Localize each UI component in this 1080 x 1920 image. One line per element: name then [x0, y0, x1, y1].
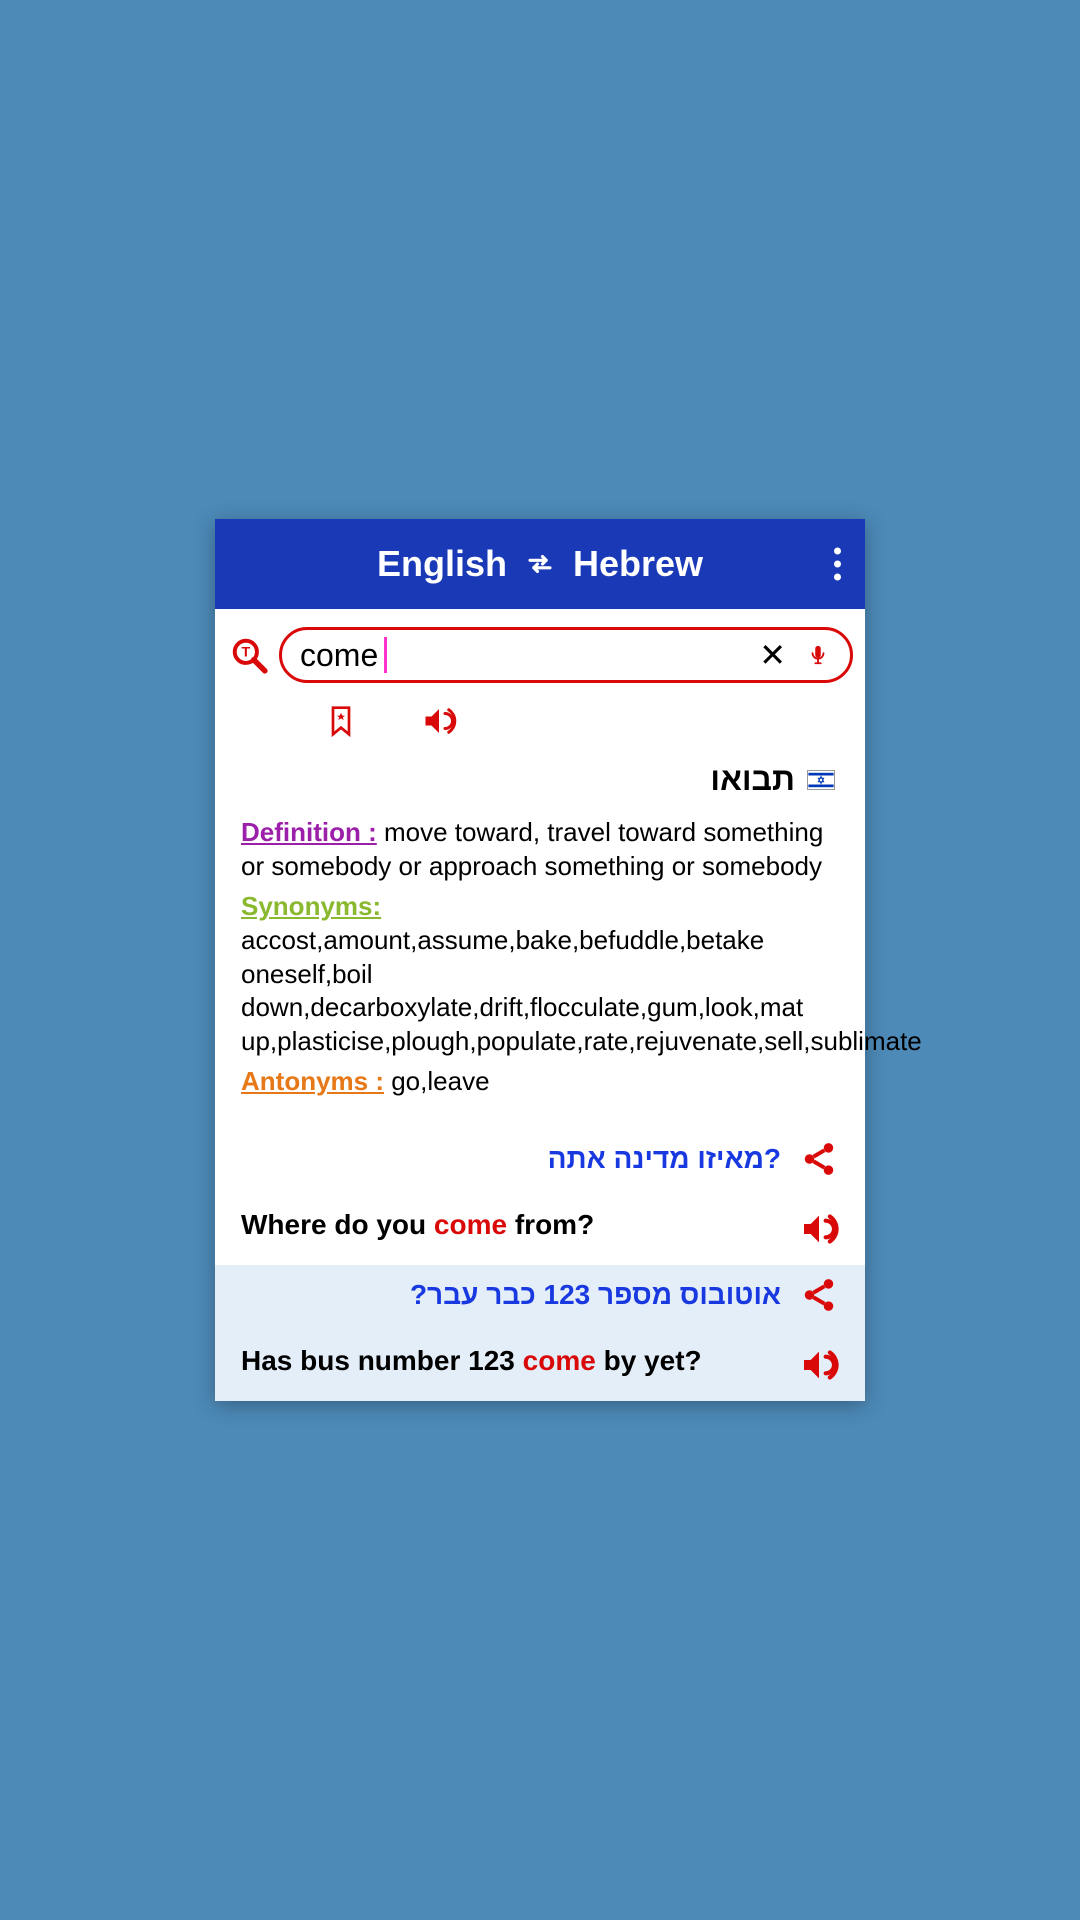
synonyms-text: accost,amount,assume,bake,befuddle,betak…	[241, 925, 922, 1056]
text-cursor	[384, 637, 387, 673]
translation-hebrew: תבואו	[710, 761, 795, 798]
svg-text:T: T	[241, 645, 250, 661]
search-box: come ✕	[279, 627, 853, 683]
example-english-text: Has bus number 123 come by yet?	[241, 1345, 781, 1377]
synonyms-label: Synonyms:	[241, 891, 381, 921]
share-icon[interactable]	[799, 1275, 839, 1315]
example-block: אוטובוס מספר 123 כבר עבר? Has bus number…	[215, 1265, 865, 1401]
example-text-highlight: come	[523, 1345, 596, 1376]
flag-israel-icon	[807, 770, 835, 790]
header: English Hebrew	[215, 519, 865, 609]
lang-from-label[interactable]: English	[377, 543, 507, 585]
clear-icon[interactable]: ✕	[751, 636, 794, 674]
example-text-highlight: come	[434, 1209, 507, 1240]
example-text-pre: Where do you	[241, 1209, 434, 1240]
action-row	[215, 693, 865, 755]
example-hebrew-line: אוטובוס מספר 123 כבר עבר?	[241, 1275, 839, 1315]
search-row: T come ✕	[215, 609, 865, 693]
example-text-pre: Has bus number 123	[241, 1345, 523, 1376]
app-container: English Hebrew T come ✕	[215, 519, 865, 1400]
example-hebrew-line: ?מאיזו מדינה אתה	[241, 1139, 839, 1179]
example-hebrew-text: אוטובוס מספר 123 כבר עבר?	[241, 1279, 781, 1311]
antonyms-text: go,leave	[384, 1066, 490, 1096]
synonyms-block: Synonyms: accost,amount,assume,bake,befu…	[241, 890, 839, 1059]
antonyms-block: Antonyms : go,leave	[241, 1065, 839, 1099]
lang-to-label[interactable]: Hebrew	[573, 543, 703, 585]
examples: ?מאיזו מדינה אתה Where do you come from?	[215, 1129, 865, 1401]
definition-label: Definition :	[241, 817, 377, 847]
search-input[interactable]: come	[300, 637, 378, 674]
example-text-post: by yet?	[596, 1345, 702, 1376]
example-block: ?מאיזו מדינה אתה Where do you come from?	[215, 1129, 865, 1265]
example-english-line: Where do you come from?	[241, 1209, 839, 1249]
bookmark-icon[interactable]	[325, 703, 361, 739]
example-english-line: Has bus number 123 come by yet?	[241, 1345, 839, 1385]
translation-row: תבואו	[215, 755, 865, 816]
example-english-text: Where do you come from?	[241, 1209, 781, 1241]
more-menu-icon[interactable]	[834, 548, 841, 581]
mic-icon[interactable]	[804, 641, 832, 669]
content: Definition : move toward, travel toward …	[215, 816, 865, 1098]
definition-block: Definition : move toward, travel toward …	[241, 816, 839, 884]
speaker-icon[interactable]	[799, 1345, 839, 1385]
example-hebrew-text: ?מאיזו מדינה אתה	[241, 1143, 781, 1175]
swap-languages-icon[interactable]	[525, 549, 555, 579]
share-icon[interactable]	[799, 1139, 839, 1179]
antonyms-label: Antonyms :	[241, 1066, 384, 1096]
advanced-search-icon[interactable]: T	[227, 633, 271, 677]
example-text-post: from?	[507, 1209, 594, 1240]
speaker-icon[interactable]	[421, 703, 457, 739]
speaker-icon[interactable]	[799, 1209, 839, 1249]
